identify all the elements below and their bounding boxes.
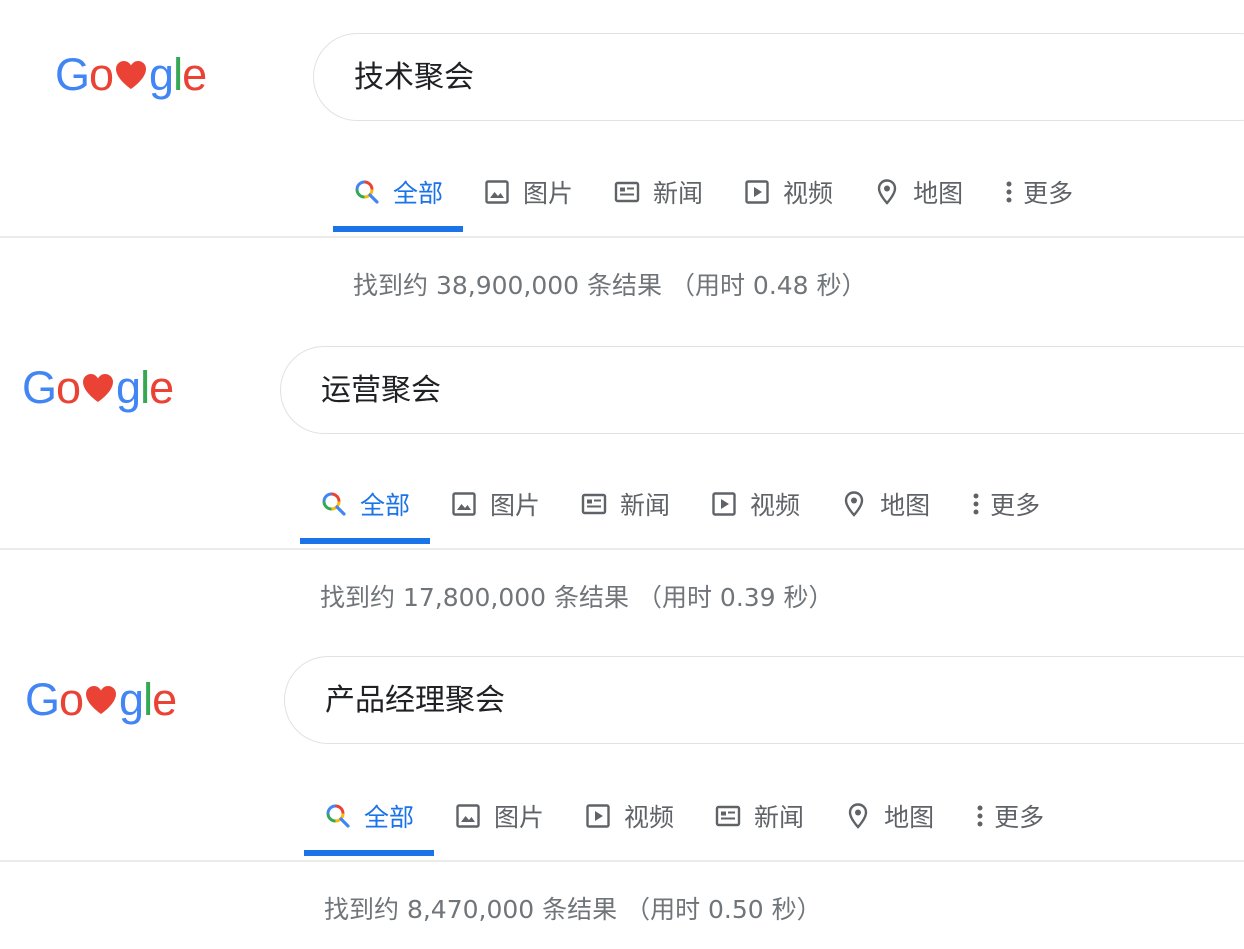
logo-letter: G xyxy=(25,674,60,725)
tab-label: 全部 xyxy=(393,179,444,208)
tab-label: 视频 xyxy=(624,803,675,832)
map-pin-icon xyxy=(873,178,901,206)
result-stats: 找到约 8,470,000 条结果 （用时 0.50 秒） xyxy=(324,895,822,924)
tab-label: 地图 xyxy=(913,179,964,208)
search-box[interactable]: 技术聚会 xyxy=(313,33,1244,121)
logo-letter: e xyxy=(149,362,174,413)
logo-letter: l xyxy=(140,362,150,413)
more-vertical-icon xyxy=(974,802,986,830)
tab-label: 更多 xyxy=(1023,179,1074,208)
search-input[interactable]: 技术聚会 xyxy=(354,34,474,122)
tab-map-pin[interactable]: 地图 xyxy=(824,776,954,856)
google-heart-logo[interactable]: G o g l e xyxy=(55,49,207,100)
map-pin-icon xyxy=(840,490,868,518)
search-icon xyxy=(324,802,352,830)
tab-search[interactable]: 全部 xyxy=(304,776,435,856)
tab-label: 全部 xyxy=(364,803,415,832)
logo-letter: e xyxy=(182,49,207,100)
tab-label: 图片 xyxy=(523,179,574,208)
search-result-panel-1: G o g l e 技术聚会 全部 图片 新闻 视频 地图 更多 找到约 38,… xyxy=(0,0,1244,312)
logo-letter: o xyxy=(59,674,84,725)
image-icon xyxy=(483,178,511,206)
heart-icon xyxy=(80,372,116,404)
tab-label: 新闻 xyxy=(653,179,704,208)
tabs-divider xyxy=(0,860,1244,862)
tab-search[interactable]: 全部 xyxy=(300,464,431,544)
search-box[interactable]: 运营聚会 xyxy=(280,346,1244,434)
tab-label: 地图 xyxy=(880,491,931,520)
tab-label: 视频 xyxy=(783,179,834,208)
tab-video[interactable]: 视频 xyxy=(690,464,820,544)
logo-letter: G xyxy=(55,49,90,100)
image-icon xyxy=(450,490,478,518)
tab-label: 全部 xyxy=(360,491,411,520)
search-result-panel-3: G o g l e 产品经理聚会 全部 图片 视频 新闻 地图 更多 找到约 8… xyxy=(0,624,1244,949)
tab-label: 新闻 xyxy=(754,803,805,832)
tab-map-pin[interactable]: 地图 xyxy=(853,152,983,232)
heart-icon xyxy=(83,684,119,716)
more-vertical-icon xyxy=(970,490,982,518)
logo-letter: l xyxy=(143,674,153,725)
result-stats: 找到约 38,900,000 条结果 （用时 0.48 秒） xyxy=(353,271,867,300)
tab-more-vertical[interactable]: 更多 xyxy=(950,464,1060,544)
tab-more-vertical[interactable]: 更多 xyxy=(983,152,1093,232)
google-heart-logo[interactable]: G o g l e xyxy=(25,674,177,725)
tab-image[interactable]: 图片 xyxy=(430,464,560,544)
news-icon xyxy=(580,490,608,518)
tab-label: 更多 xyxy=(990,491,1041,520)
news-icon xyxy=(613,178,641,206)
tab-news[interactable]: 新闻 xyxy=(560,464,690,544)
search-box[interactable]: 产品经理聚会 xyxy=(284,656,1244,744)
tab-video[interactable]: 视频 xyxy=(723,152,853,232)
logo-letter: e xyxy=(152,674,177,725)
logo-letter: l xyxy=(173,49,183,100)
logo-letter: g xyxy=(149,49,174,100)
tabs-divider xyxy=(0,236,1244,238)
result-stats: 找到约 17,800,000 条结果 （用时 0.39 秒） xyxy=(320,583,834,612)
map-pin-icon xyxy=(844,802,872,830)
logo-letter: o xyxy=(56,362,81,413)
video-icon xyxy=(584,802,612,830)
tab-image[interactable]: 图片 xyxy=(434,776,564,856)
tab-more-vertical[interactable]: 更多 xyxy=(954,776,1064,856)
logo-letter: o xyxy=(89,49,114,100)
search-tabs: 全部 图片 新闻 视频 地图 更多 xyxy=(333,152,1093,232)
news-icon xyxy=(714,802,742,830)
tab-label: 更多 xyxy=(994,803,1045,832)
search-icon xyxy=(320,490,348,518)
more-vertical-icon xyxy=(1003,178,1015,206)
google-heart-logo[interactable]: G o g l e xyxy=(22,362,174,413)
tab-video[interactable]: 视频 xyxy=(564,776,694,856)
tab-label: 新闻 xyxy=(620,491,671,520)
tab-search[interactable]: 全部 xyxy=(333,152,464,232)
tab-news[interactable]: 新闻 xyxy=(593,152,723,232)
tab-label: 图片 xyxy=(490,491,541,520)
tab-map-pin[interactable]: 地图 xyxy=(820,464,950,544)
search-icon xyxy=(353,178,381,206)
search-tabs: 全部 图片 新闻 视频 地图 更多 xyxy=(300,464,1060,544)
tab-label: 图片 xyxy=(494,803,545,832)
tab-label: 视频 xyxy=(750,491,801,520)
tab-image[interactable]: 图片 xyxy=(463,152,593,232)
logo-letter: g xyxy=(116,362,141,413)
heart-icon xyxy=(113,59,149,91)
video-icon xyxy=(743,178,771,206)
tabs-divider xyxy=(0,548,1244,550)
tab-news[interactable]: 新闻 xyxy=(694,776,824,856)
search-input[interactable]: 产品经理聚会 xyxy=(325,657,505,745)
search-result-panel-2: G o g l e 运营聚会 全部 图片 新闻 视频 地图 更多 找到约 17,… xyxy=(0,312,1244,624)
video-icon xyxy=(710,490,738,518)
image-icon xyxy=(454,802,482,830)
tab-label: 地图 xyxy=(884,803,935,832)
logo-letter: G xyxy=(22,362,57,413)
logo-letter: g xyxy=(119,674,144,725)
search-input[interactable]: 运营聚会 xyxy=(321,347,441,435)
search-tabs: 全部 图片 视频 新闻 地图 更多 xyxy=(304,776,1064,856)
